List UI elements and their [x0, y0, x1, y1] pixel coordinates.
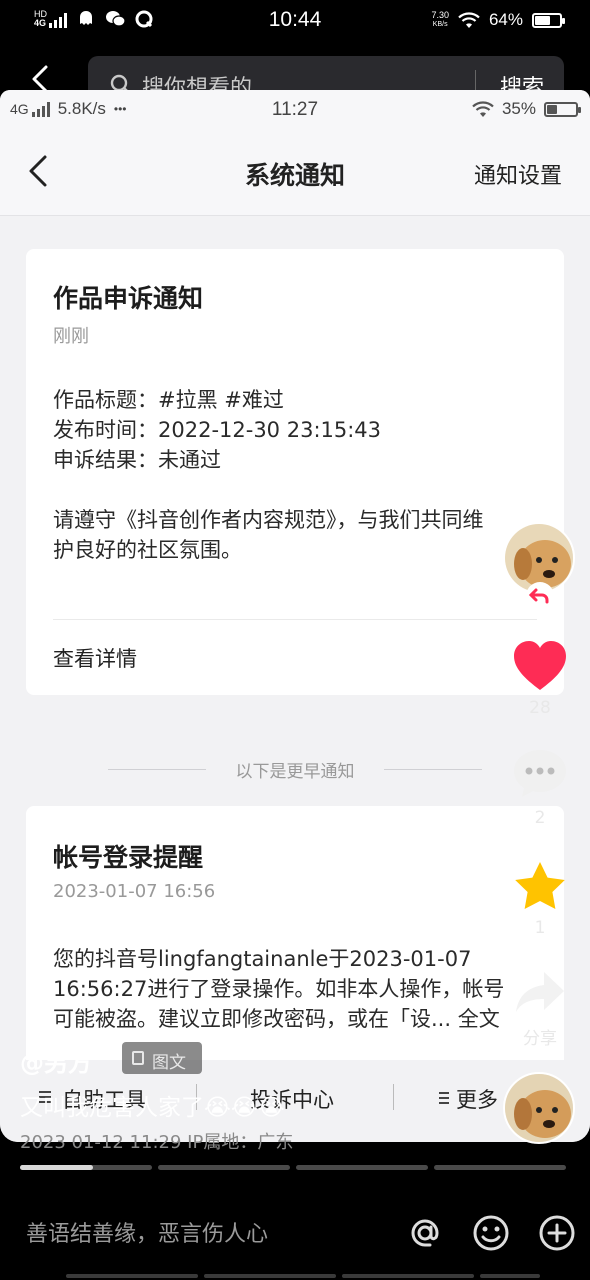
follow-button[interactable] — [526, 582, 554, 610]
post-type-tag: 图文 — [122, 1042, 202, 1074]
like-heart-icon[interactable] — [512, 640, 568, 692]
wifi-icon — [458, 11, 480, 28]
post-type-label: 图文 — [152, 1053, 186, 1073]
inner-wifi-icon — [472, 100, 494, 117]
outer-status-bar: HD 4G 10:44 7.30 KB/s 64% — [0, 0, 590, 46]
more-button[interactable]: 更多 — [456, 1084, 498, 1114]
like-count: 28 — [529, 698, 551, 718]
more-menu-icon — [439, 1092, 449, 1104]
notice-body: 作品标题：#拉黑 #难过 发布时间：2022-12-30 23:15:43 申诉… — [53, 385, 542, 565]
notice-guideline-line1: 请遵守《抖音创作者内容规范》，与我们共同维 — [53, 508, 484, 532]
notice-guideline-line2: 护良好的社区氛围。 — [53, 538, 242, 562]
favorite-star-icon[interactable] — [513, 860, 567, 912]
progress-segment — [434, 1165, 566, 1170]
notice2-line3: 可能被盗。建议立即修改密码，或在「设... 全文 — [53, 1007, 500, 1031]
comment-count: 2 — [534, 808, 546, 828]
notification-screenshot-panel: 4G 5.8K/s ••• 11:27 35% 系统通知 通知设置 作品申诉通知… — [0, 90, 590, 1142]
notice-title: 作品申诉通知 — [53, 284, 204, 313]
notice-line-publish-time: 发布时间：2022-12-30 23:15:43 — [53, 418, 382, 442]
notice2-time: 2023-01-07 16:56 — [53, 881, 216, 902]
post-meta: 2023 01-12 11:29 IP属地：广东 — [20, 1132, 294, 1153]
notification-nav-bar: 系统通知 通知设置 — [0, 128, 590, 216]
inner-battery-icon — [544, 101, 581, 117]
comment-input[interactable]: 善语结善缘，恶言伤人心 — [26, 1216, 268, 1248]
favorite-count: 1 — [534, 918, 546, 938]
notice-line-result: 申诉结果：未通过 — [53, 448, 221, 472]
view-details-link[interactable]: 查看详情 — [53, 643, 137, 673]
emoji-icon[interactable] — [472, 1214, 510, 1252]
earlier-notices-label: 以下是更早通知 — [235, 762, 355, 782]
author-name[interactable]: @另方 — [20, 1043, 92, 1078]
comment-bubble-icon[interactable] — [512, 748, 568, 798]
mention-at-icon[interactable] — [406, 1214, 444, 1252]
notice2-body: 您的抖音号lingfangtainanle于2023-01-07 16:56:2… — [53, 944, 542, 1034]
gesture-indicator — [342, 1274, 474, 1278]
notice-line-work-title: 作品标题：#拉黑 #难过 — [53, 388, 284, 412]
inner-battery-percent: 35% — [501, 99, 536, 118]
net-speed-value: 7.30 — [431, 10, 449, 20]
status-icons-right: 7.30 KB/s 64% — [431, 10, 565, 30]
battery-percent: 64% — [488, 10, 523, 29]
comment-input-bar: 善语结善缘，恶言伤人心 — [0, 1180, 590, 1280]
music-disc-avatar[interactable] — [503, 1072, 575, 1144]
inner-status-bar: 4G 5.8K/s ••• 11:27 35% — [0, 90, 590, 128]
progress-segment — [20, 1165, 152, 1170]
share-arrow-icon[interactable] — [514, 970, 566, 1014]
share-label: 分享 — [523, 1029, 557, 1049]
inner-status-right: 35% — [472, 99, 581, 119]
notice2-title: 帐号登录提醒 — [53, 843, 204, 872]
notice2-line2: 16:56:27进行了登录操作。如非本人操作，帐号 — [53, 977, 505, 1001]
notice-time: 刚刚 — [53, 326, 89, 347]
gesture-indicator — [480, 1274, 540, 1278]
image-text-icon — [132, 1051, 144, 1065]
toolbar-divider — [393, 1084, 394, 1110]
progress-segment — [158, 1165, 290, 1170]
gesture-indicator — [66, 1274, 198, 1278]
appeal-notice-card[interactable]: 作品申诉通知 刚刚 作品标题：#拉黑 #难过 发布时间：2022-12-30 2… — [26, 249, 564, 695]
divider-line-right — [384, 769, 482, 770]
progress-segment — [296, 1165, 428, 1170]
net-speed-unit: KB/s — [432, 21, 448, 28]
gesture-indicator — [204, 1274, 336, 1278]
post-caption: 又叫我危害人家了😭😭😭 — [20, 1095, 285, 1121]
follow-arrow-icon — [528, 588, 549, 604]
notification-settings-link[interactable]: 通知设置 — [474, 158, 562, 190]
battery-icon — [532, 12, 565, 28]
earlier-notices-divider: 以下是更早通知 — [0, 757, 590, 782]
card-divider — [53, 619, 537, 620]
add-plus-icon[interactable] — [538, 1214, 576, 1252]
notice2-line1: 您的抖音号lingfangtainanle于2023-01-07 — [53, 947, 472, 971]
progress-segment-fill — [20, 1165, 93, 1170]
